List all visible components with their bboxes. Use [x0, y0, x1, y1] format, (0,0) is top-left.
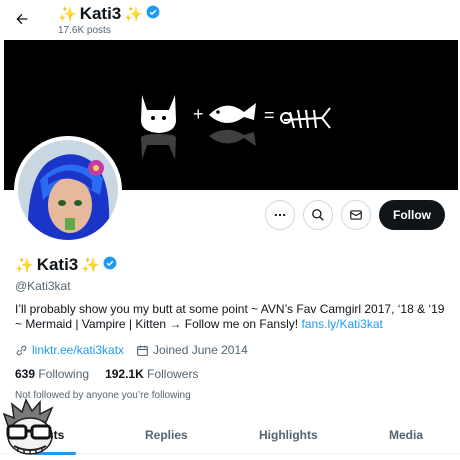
following-stat[interactable]: 639 Following	[15, 367, 89, 381]
sparkle-icon: ✨	[124, 5, 143, 23]
back-arrow-icon[interactable]	[12, 9, 32, 29]
followers-count: 192.1K	[105, 367, 144, 381]
nerd-mascot-icon	[2, 398, 54, 455]
follow-button[interactable]: Follow	[379, 200, 445, 230]
link-icon	[16, 345, 27, 355]
joined-date: Joined June 2014	[153, 343, 248, 357]
header-name: Kati3	[79, 4, 122, 23]
profile-actions: Follow	[265, 200, 445, 230]
following-label: Following	[38, 367, 90, 381]
display-name: ✨ Kati3 ✨	[15, 255, 117, 275]
verified-badge-icon	[146, 4, 160, 24]
mascot-overlay	[0, 396, 60, 456]
followers-label: Followers	[147, 367, 199, 381]
joined-item: Joined June 2014	[136, 343, 248, 357]
svg-text:=: =	[264, 105, 275, 125]
post-count: 17.6K posts	[58, 25, 111, 36]
following-count: 639	[15, 367, 36, 381]
tab-media[interactable]: Media	[389, 428, 423, 442]
user-handle: @Kati3kat	[15, 279, 71, 293]
sparkle-icon: ✨	[81, 256, 100, 274]
tab-highlights[interactable]: Highlights	[259, 428, 318, 442]
more-options-button[interactable]	[265, 200, 295, 230]
followers-stat[interactable]: 192.1K Followers	[105, 367, 198, 381]
search-profile-button[interactable]	[303, 200, 333, 230]
display-name-text: Kati3	[36, 255, 79, 274]
ellipsis-icon	[274, 213, 286, 217]
search-icon	[312, 209, 324, 221]
profile-meta: linktr.ee/kati3katx Joined June 2014	[15, 343, 248, 357]
verified-badge-icon[interactable]	[103, 255, 117, 275]
svg-text:+: +	[193, 104, 204, 124]
profile-avatar[interactable]	[14, 136, 122, 244]
website-item: linktr.ee/kati3katx	[15, 343, 124, 357]
tab-replies[interactable]: Replies	[145, 428, 188, 442]
sparkle-icon: ✨	[15, 256, 34, 274]
bio-link[interactable]: fans.ly/Kati3kat	[301, 317, 382, 331]
top-bar: ✨ Kati3 ✨ 17.6K posts	[0, 0, 460, 40]
profile-tabs: sts Replies Highlights Media	[0, 418, 460, 455]
calendar-icon	[137, 345, 148, 356]
follow-stats: 639 Following 192.1K Followers	[15, 367, 198, 381]
header-title: ✨ Kati3 ✨	[58, 4, 160, 24]
profile-bio: I’ll probably show you my butt at some p…	[15, 302, 450, 332]
avatar-illustration-icon	[18, 140, 118, 240]
envelope-icon	[350, 210, 362, 220]
message-button[interactable]	[341, 200, 371, 230]
sparkle-icon: ✨	[58, 5, 77, 23]
website-link[interactable]: linktr.ee/kati3katx	[32, 343, 124, 357]
